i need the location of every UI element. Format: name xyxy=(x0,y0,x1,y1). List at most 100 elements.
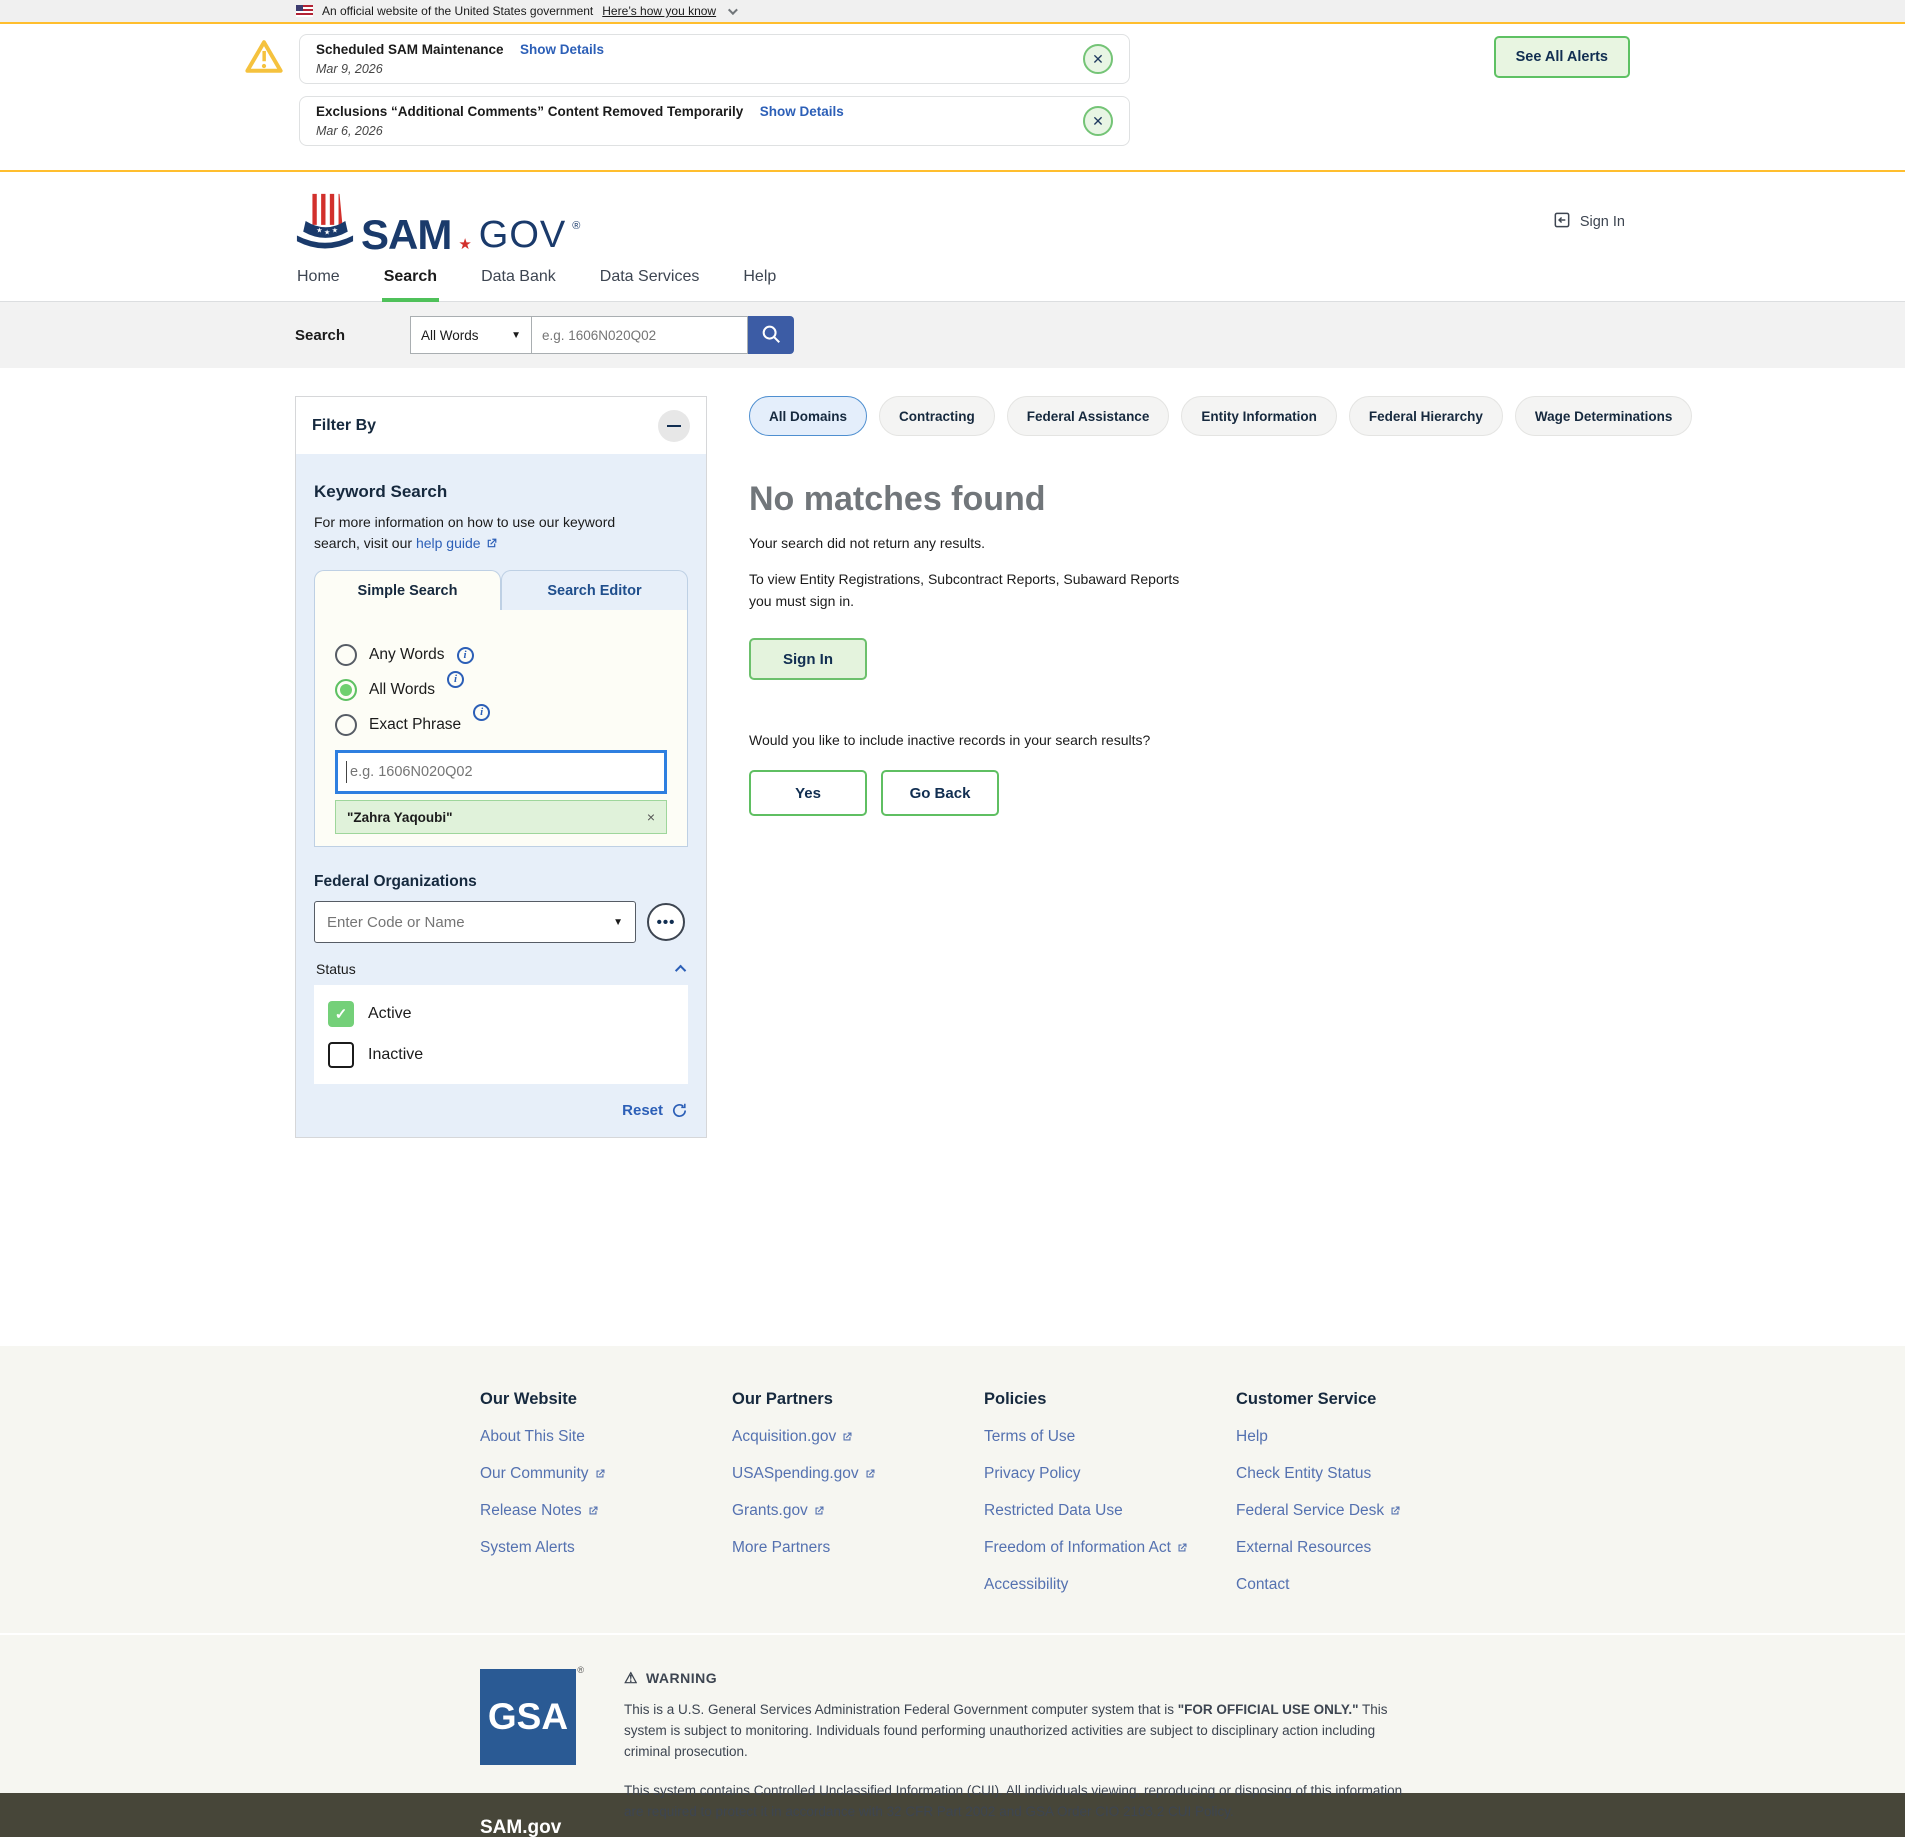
footer-link-accessibility[interactable]: Accessibility xyxy=(984,1576,1236,1594)
footer-link-our-community[interactable]: Our Community xyxy=(480,1465,732,1483)
svg-text:★: ★ xyxy=(332,226,338,234)
pill-federal-assistance[interactable]: Federal Assistance xyxy=(1007,396,1170,436)
nav-item-search[interactable]: Search xyxy=(382,264,439,302)
footer-link-restricted-data-use[interactable]: Restricted Data Use xyxy=(984,1502,1236,1520)
pill-entity-information[interactable]: Entity Information xyxy=(1181,396,1337,436)
radio-all-words-label: All Words xyxy=(369,681,435,699)
info-icon[interactable]: i xyxy=(457,647,474,664)
sign-in-link[interactable]: Sign In xyxy=(1552,210,1625,234)
pill-contracting[interactable]: Contracting xyxy=(879,396,995,436)
footer-link-external-resources[interactable]: External Resources xyxy=(1236,1539,1488,1557)
footer-link-foia[interactable]: Freedom of Information Act xyxy=(984,1539,1236,1557)
radio-any-words-label: Any Words xyxy=(369,646,445,664)
yes-button[interactable]: Yes xyxy=(749,770,867,816)
info-icon[interactable]: i xyxy=(473,704,490,721)
simple-search-panel: Any Words i All Words i Exact Phrase i e… xyxy=(314,610,688,847)
pill-all-domains[interactable]: All Domains xyxy=(749,396,867,436)
no-matches-title: No matches found xyxy=(749,480,1609,519)
nav-item-data-bank[interactable]: Data Bank xyxy=(479,264,558,301)
gsa-registered-mark: ® xyxy=(577,1665,584,1675)
checkbox-inactive[interactable] xyxy=(328,1042,354,1068)
footer-link-help[interactable]: Help xyxy=(1236,1428,1488,1446)
footer-link-label: Restricted Data Use xyxy=(984,1502,1123,1520)
footer-link-label: Contact xyxy=(1236,1576,1289,1594)
text-cursor xyxy=(346,761,347,783)
footer-link-federal-service-desk[interactable]: Federal Service Desk xyxy=(1236,1502,1488,1520)
svg-text:★: ★ xyxy=(324,228,330,236)
chevron-down-icon[interactable] xyxy=(728,5,738,15)
search-mode-select[interactable]: All Words ▼ xyxy=(410,316,532,354)
sam-gov-logo[interactable]: ★★★ SAM ★ GOV ® xyxy=(295,191,580,254)
alert-box: Scheduled SAM Maintenance Show Details M… xyxy=(299,34,1130,84)
close-alert-button[interactable]: ✕ xyxy=(1083,44,1113,74)
warning-triangle-icon xyxy=(245,39,283,79)
tab-simple-search[interactable]: Simple Search xyxy=(314,570,501,610)
checkbox-row-inactive[interactable]: Inactive xyxy=(328,1042,674,1068)
external-link-icon xyxy=(841,1431,853,1443)
federal-org-placeholder: Enter Code or Name xyxy=(327,914,465,931)
footer-link-label: Release Notes xyxy=(480,1502,582,1520)
federal-organizations-row: Enter Code or Name ▼ ••• xyxy=(314,901,688,943)
search-strip-label: Search xyxy=(295,327,410,344)
keyword-chip-label: "Zahra Yaqoubi" xyxy=(347,810,453,825)
nav-item-help[interactable]: Help xyxy=(741,264,778,301)
radio-all-words[interactable] xyxy=(335,679,357,701)
show-details-link[interactable]: Show Details xyxy=(520,42,604,57)
remove-chip-icon[interactable]: × xyxy=(647,809,655,825)
checkbox-row-active[interactable]: ✓ Active xyxy=(328,1001,674,1027)
footer-link-more-partners[interactable]: More Partners xyxy=(732,1539,984,1557)
how-you-know-link[interactable]: Here’s how you know xyxy=(602,4,716,18)
footer-link-label: External Resources xyxy=(1236,1539,1371,1557)
footer-link-grants-gov[interactable]: Grants.gov xyxy=(732,1502,984,1520)
show-details-link[interactable]: Show Details xyxy=(760,104,844,119)
federal-org-select[interactable]: Enter Code or Name ▼ xyxy=(314,901,636,943)
no-results-message: Your search did not return any results. xyxy=(749,535,1609,551)
info-icon[interactable]: i xyxy=(447,671,464,688)
chevron-up-icon[interactable] xyxy=(675,965,686,976)
footer-link-contact[interactable]: Contact xyxy=(1236,1576,1488,1594)
pill-wage-determinations[interactable]: Wage Determinations xyxy=(1515,396,1693,436)
warning-heading: ⚠ WARNING xyxy=(624,1669,1414,1687)
go-back-button[interactable]: Go Back xyxy=(881,770,999,816)
external-link-icon xyxy=(485,537,498,550)
radio-exact-phrase[interactable] xyxy=(335,714,357,736)
footer-link-check-entity-status[interactable]: Check Entity Status xyxy=(1236,1465,1488,1483)
footer-link-acquisition-gov[interactable]: Acquisition.gov xyxy=(732,1428,984,1446)
keyword-input[interactable]: e.g. 1606N020Q02 xyxy=(335,750,667,794)
reset-label: Reset xyxy=(622,1102,663,1119)
sign-in-icon xyxy=(1552,210,1572,234)
inactive-question-buttons: Yes Go Back xyxy=(749,770,1609,816)
footer-link-label: USASpending.gov xyxy=(732,1465,859,1483)
checkbox-active[interactable]: ✓ xyxy=(328,1001,354,1027)
domain-pills: All Domains Contracting Federal Assistan… xyxy=(749,396,1609,436)
warning-text: This is a U.S. General Services Administ… xyxy=(624,1702,1178,1717)
footer-link-label: More Partners xyxy=(732,1539,830,1557)
see-all-alerts-button[interactable]: See All Alerts xyxy=(1494,36,1630,78)
logo-gov-text: GOV xyxy=(479,217,566,253)
alert-title: Exclusions “Additional Comments” Content… xyxy=(316,104,743,119)
footer-link-label: Privacy Policy xyxy=(984,1465,1080,1483)
help-guide-link[interactable]: help guide xyxy=(416,533,498,554)
main-content: Filter By Keyword Search For more inform… xyxy=(0,368,1905,1346)
footer-link-about-this-site[interactable]: About This Site xyxy=(480,1428,732,1446)
nav-item-data-services[interactable]: Data Services xyxy=(598,264,702,301)
footer-link-usaspending-gov[interactable]: USASpending.gov xyxy=(732,1465,984,1483)
reset-filters[interactable]: Reset xyxy=(314,1102,688,1119)
federal-org-more-button[interactable]: ••• xyxy=(647,903,685,941)
select-caret-icon: ▼ xyxy=(613,917,623,928)
footer-col-heading: Our Partners xyxy=(732,1390,984,1409)
collapse-filters-button[interactable] xyxy=(658,410,690,442)
search-strip-input[interactable] xyxy=(532,316,748,354)
nav-item-home[interactable]: Home xyxy=(295,264,342,301)
close-alert-button[interactable]: ✕ xyxy=(1083,106,1113,136)
pill-federal-hierarchy[interactable]: Federal Hierarchy xyxy=(1349,396,1503,436)
tab-search-editor[interactable]: Search Editor xyxy=(501,570,688,610)
footer-link-release-notes[interactable]: Release Notes xyxy=(480,1502,732,1520)
alert-row: Scheduled SAM Maintenance Show Details M… xyxy=(245,34,1130,84)
radio-any-words[interactable] xyxy=(335,644,357,666)
search-submit-button[interactable] xyxy=(748,316,794,354)
sign-in-button[interactable]: Sign In xyxy=(749,638,867,680)
footer-link-privacy-policy[interactable]: Privacy Policy xyxy=(984,1465,1236,1483)
footer-link-system-alerts[interactable]: System Alerts xyxy=(480,1539,732,1557)
footer-link-terms-of-use[interactable]: Terms of Use xyxy=(984,1428,1236,1446)
